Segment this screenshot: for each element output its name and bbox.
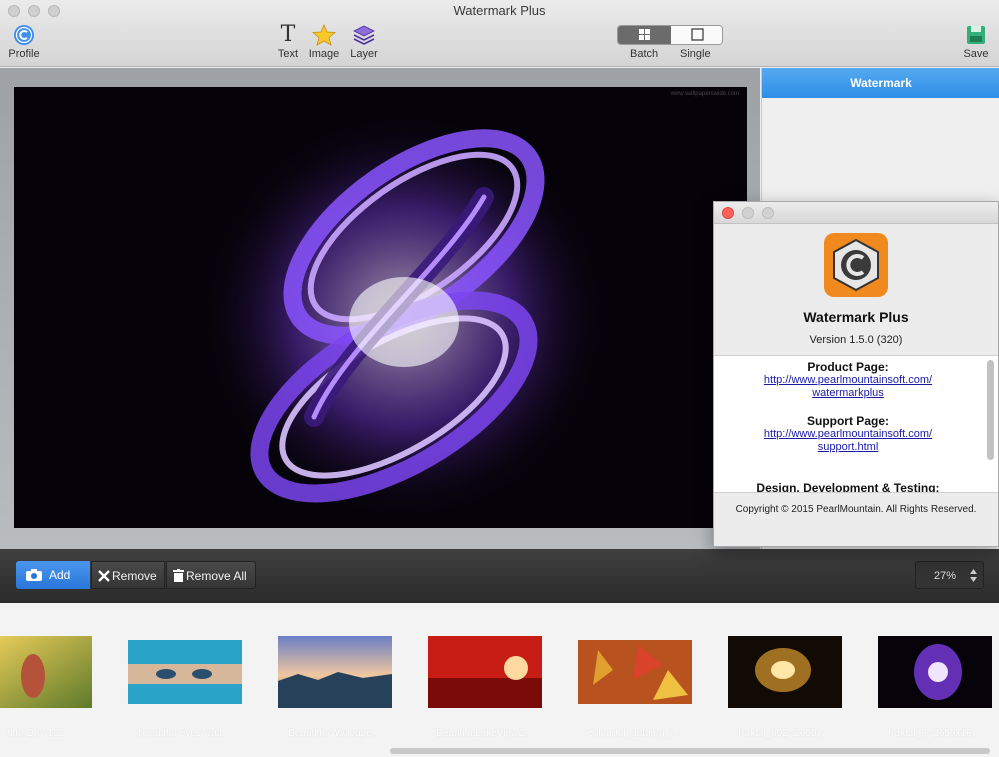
about-dialog: Watermark Plus Version 1.5.0 (320) Produ… xyxy=(713,201,999,547)
app-window: Watermark Plus Profile T Text Image Laye… xyxy=(0,0,999,757)
thumbnail-2-label: beautiful-eyes-wall… xyxy=(138,728,232,739)
about-copyright: Copyright © 2015 PearlMountain. All Righ… xyxy=(735,504,977,515)
support-link-line-1[interactable]: http://www.pearlmountainsoft.com/ xyxy=(714,428,982,440)
fractal-preview-image xyxy=(14,87,747,528)
thumbnail-4[interactable] xyxy=(428,636,542,708)
bottom-toolbar: Add Remove Remove All 27% xyxy=(0,549,999,603)
mode-segmented-control xyxy=(617,25,723,45)
text-tool-button[interactable]: T Text xyxy=(275,22,301,61)
about-titlebar xyxy=(714,202,998,224)
credits-heading: Design, Development & Testing: xyxy=(756,481,940,493)
add-label: Add xyxy=(49,568,71,582)
profile-button[interactable]: Profile xyxy=(6,24,42,60)
remove-label: Remove xyxy=(112,569,157,583)
single-label: Single xyxy=(680,48,711,60)
zoom-stepper[interactable]: 27% xyxy=(915,561,984,589)
red-sunset-photo xyxy=(428,636,542,708)
thumbnail-1[interactable] xyxy=(0,636,92,708)
app-logo-icon xyxy=(824,233,888,297)
thumbnail-5-label: colourful_autumn_l… xyxy=(587,728,683,739)
trash-icon xyxy=(173,569,184,582)
layers-icon xyxy=(353,25,375,45)
save-button[interactable]: Save xyxy=(960,24,992,60)
about-zoom-button xyxy=(762,207,774,219)
thumbnail-6[interactable] xyxy=(728,636,842,708)
about-version: Version 1.5.0 (320) xyxy=(809,334,903,346)
product-link-line-2[interactable]: watermarkplus xyxy=(714,387,982,399)
profile-label: Profile xyxy=(8,48,40,60)
save-icon xyxy=(967,26,985,44)
watermark-tab[interactable]: Watermark xyxy=(762,68,999,98)
layer-tool-label: Layer xyxy=(350,48,378,60)
eyes-photo xyxy=(128,640,242,704)
fractal-purple-photo xyxy=(878,636,992,708)
thumbnail-4-label: BeautifulLakeView1… xyxy=(436,728,534,739)
support-page-heading: Support Page: xyxy=(806,414,889,428)
image-tool-button[interactable]: Image xyxy=(306,24,342,60)
product-page-heading: Product Page: xyxy=(807,360,889,374)
add-button[interactable]: Add xyxy=(16,561,90,589)
horizontal-scrollbar[interactable] xyxy=(390,748,990,754)
square-icon xyxy=(691,28,704,41)
save-label: Save xyxy=(963,48,989,60)
canvas-area: www.wallpaperswide.com xyxy=(0,68,760,549)
x-icon xyxy=(98,570,110,582)
text-tool-label: Text xyxy=(277,48,299,60)
layer-tool-button[interactable]: Layer xyxy=(348,24,380,60)
thumbnail-3-label: Beautiful-Wallpape… xyxy=(288,728,382,739)
batch-mode-button[interactable] xyxy=(618,26,671,44)
autumn-leaves-photo xyxy=(578,640,692,704)
lake-sunset-photo xyxy=(278,636,392,708)
preview-watermark-text: www.wallpaperswide.com xyxy=(670,91,739,97)
about-app-name: Watermark Plus xyxy=(803,309,909,325)
remove-all-button[interactable]: Remove All xyxy=(166,561,256,589)
image-preview[interactable]: www.wallpaperswide.com xyxy=(14,87,747,528)
remove-button[interactable]: Remove xyxy=(91,561,165,589)
star-icon xyxy=(312,24,336,46)
sunny-field-photo xyxy=(0,636,92,708)
window-title: Watermark Plus xyxy=(453,3,546,18)
text-icon: T xyxy=(280,22,296,47)
thumbnail-7[interactable] xyxy=(878,636,992,708)
thumbnail-strip: …tiful-Day-102… beautiful-eyes-wall… Bea… xyxy=(0,603,999,757)
toolbar: Watermark Plus Profile T Text Image Laye… xyxy=(0,0,999,67)
camera-icon xyxy=(26,569,42,581)
fractal-gold-photo xyxy=(728,636,842,708)
zoom-value: 27% xyxy=(934,570,957,582)
thumbnail-3[interactable] xyxy=(278,636,392,708)
single-mode-button[interactable] xyxy=(671,26,722,44)
remove-all-label: Remove All xyxy=(186,569,247,583)
about-vertical-scrollbar[interactable] xyxy=(987,360,994,460)
support-link-line-2[interactable]: support.html xyxy=(714,441,982,453)
about-credits-scrollview[interactable]: Product Page: http://www.pearlmountainso… xyxy=(714,355,998,493)
updown-arrows-icon xyxy=(970,569,977,582)
profile-icon xyxy=(14,25,34,45)
thumbnail-7-label: fraktal_9--2650x16… xyxy=(888,728,982,739)
image-tool-label: Image xyxy=(308,48,340,60)
thumbnail-2[interactable] xyxy=(128,640,242,704)
grid-icon xyxy=(639,29,650,40)
thumbnail-1-label: …tiful-Day-102… xyxy=(0,728,75,739)
product-link-line-1[interactable]: http://www.pearlmountainsoft.com/ xyxy=(714,374,982,386)
thumbnail-5[interactable] xyxy=(578,640,692,704)
thumbnail-6-label: fraktal_002--2650x… xyxy=(738,728,832,739)
batch-label: Batch xyxy=(630,48,659,60)
about-minimize-button xyxy=(742,207,754,219)
about-close-button[interactable] xyxy=(722,207,734,219)
